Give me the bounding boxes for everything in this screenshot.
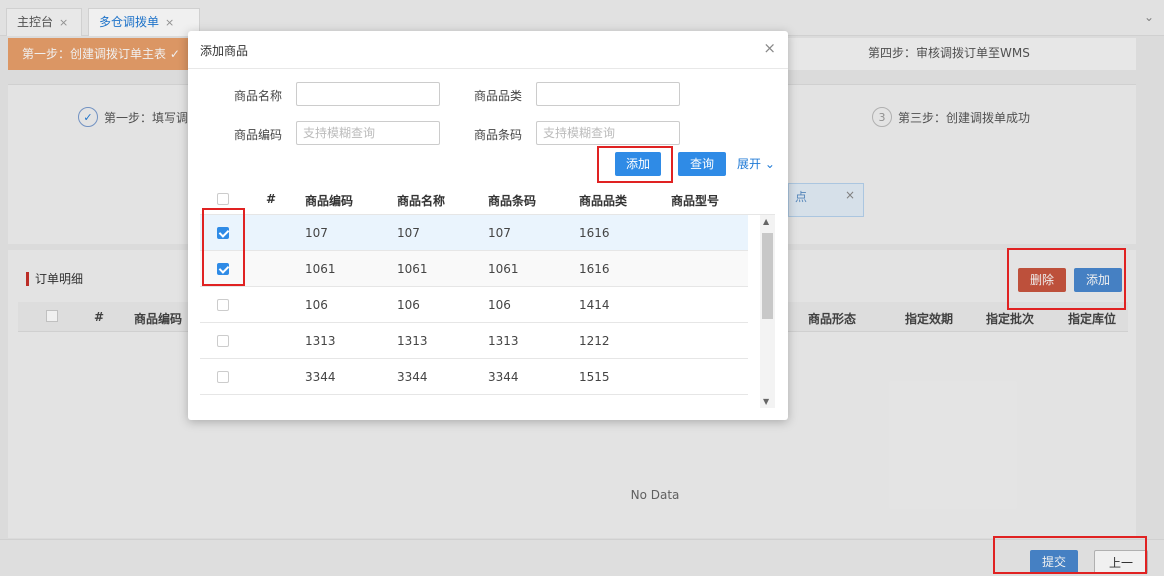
add-product-dialog: 添加商品 × 商品名称 商品品类 商品编码 商品条码 添加 查询 展开 ⌄ # … xyxy=(188,31,788,420)
cell-barcode: 1313 xyxy=(488,334,519,348)
product-code-label: 商品编码 xyxy=(233,128,282,142)
cell-barcode: 107 xyxy=(488,226,511,240)
product-table-header: # 商品编码 商品名称 商品条码 商品品类 商品型号 xyxy=(200,183,775,215)
column-header: 商品编码 xyxy=(305,194,354,208)
product-name-input[interactable] xyxy=(296,82,440,106)
cell-code: 1061 xyxy=(305,262,336,276)
table-row[interactable]: 1313 1313 1313 1212 xyxy=(200,323,748,359)
product-barcode-input[interactable] xyxy=(536,121,680,145)
column-header: 商品名称 xyxy=(397,194,446,208)
cell-name: 1061 xyxy=(397,262,428,276)
cell-code: 107 xyxy=(305,226,328,240)
cell-code: 3344 xyxy=(305,370,336,384)
cell-barcode: 3344 xyxy=(488,370,519,384)
annotation-box-footer-buttons xyxy=(993,536,1147,574)
table-row[interactable]: 3344 3344 3344 1515 xyxy=(200,359,748,395)
query-button[interactable]: 查询 xyxy=(678,152,726,176)
annotation-box-checkboxes xyxy=(202,208,245,286)
column-header: 商品条码 xyxy=(488,194,537,208)
row-checkbox[interactable] xyxy=(217,299,229,311)
cell-code: 1313 xyxy=(305,334,336,348)
scroll-down-icon[interactable]: ▼ xyxy=(763,397,769,406)
cell-category: 1616 xyxy=(579,226,610,240)
cell-name: 107 xyxy=(397,226,420,240)
product-category-input[interactable] xyxy=(536,82,680,106)
column-header: # xyxy=(266,192,277,206)
product-code-input[interactable] xyxy=(296,121,440,145)
close-icon[interactable]: × xyxy=(763,40,776,56)
annotation-box-add xyxy=(597,146,673,183)
select-all-checkbox[interactable] xyxy=(217,193,229,205)
cell-name: 106 xyxy=(397,298,420,312)
dialog-header: 添加商品 × xyxy=(188,31,788,69)
cell-category: 1616 xyxy=(579,262,610,276)
row-checkbox[interactable] xyxy=(217,371,229,383)
table-row[interactable]: 106 106 106 1414 xyxy=(200,287,748,323)
cell-barcode: 1061 xyxy=(488,262,519,276)
product-barcode-label: 商品条码 xyxy=(473,128,522,142)
column-header: 商品型号 xyxy=(671,194,720,208)
table-row[interactable]: 107 107 107 1616 xyxy=(200,215,748,251)
product-name-label: 商品名称 xyxy=(233,89,282,103)
cell-name: 3344 xyxy=(397,370,428,384)
scroll-up-icon[interactable]: ▲ xyxy=(763,217,769,226)
cell-barcode: 106 xyxy=(488,298,511,312)
dialog-title: 添加商品 xyxy=(200,44,249,58)
row-checkbox[interactable] xyxy=(217,335,229,347)
table-row[interactable]: 1061 1061 1061 1616 xyxy=(200,251,748,287)
cell-category: 1414 xyxy=(579,298,610,312)
cell-code: 106 xyxy=(305,298,328,312)
scroll-thumb[interactable] xyxy=(762,233,773,319)
expand-toggle[interactable]: 展开 ⌄ xyxy=(737,155,775,172)
table-scrollbar[interactable]: ▲ ▼ xyxy=(760,215,775,408)
product-table: # 商品编码 商品名称 商品条码 商品品类 商品型号 107 107 107 1… xyxy=(200,183,775,408)
cell-category: 1515 xyxy=(579,370,610,384)
annotation-box-detail-buttons xyxy=(1007,248,1126,310)
column-header: 商品品类 xyxy=(579,194,628,208)
product-category-label: 商品品类 xyxy=(473,89,522,103)
cell-name: 1313 xyxy=(397,334,428,348)
cell-category: 1212 xyxy=(579,334,610,348)
